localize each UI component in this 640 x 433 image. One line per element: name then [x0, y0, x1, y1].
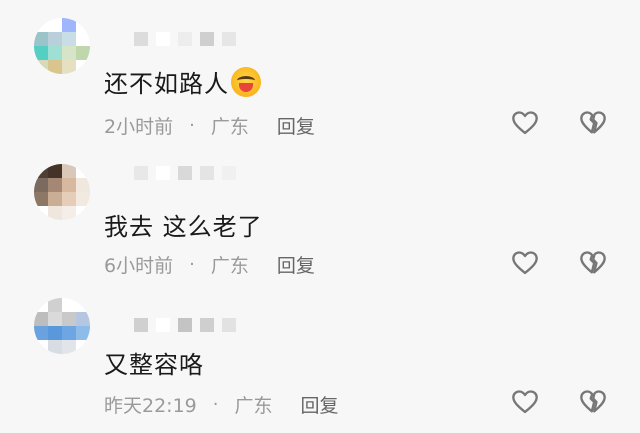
- avatar-pixel: [48, 32, 62, 46]
- avatar-pixel: [48, 298, 62, 312]
- avatar-pixel: [62, 60, 76, 74]
- avatar-pixel: [34, 326, 48, 340]
- avatar-pixel: [34, 46, 48, 60]
- avatar-pixel: [48, 312, 62, 326]
- avatar-pixel: [62, 298, 76, 312]
- avatar[interactable]: [34, 18, 90, 74]
- separator-dot: ·: [212, 394, 219, 415]
- comment-body: 又整容咯: [104, 351, 204, 379]
- avatar-pixel: [48, 192, 62, 206]
- timestamp: 昨天22:19: [104, 395, 197, 417]
- timestamp: 2小时前: [104, 116, 174, 138]
- comment-item: 还不如路人 2小时前 · 广东 回复: [0, 0, 640, 140]
- avatar-pixel: [76, 298, 90, 312]
- avatar-pixel: [76, 312, 90, 326]
- username-pixel: [222, 318, 236, 332]
- avatar-pixel: [62, 18, 76, 32]
- username-pixel: [200, 318, 214, 332]
- username-pixel: [134, 32, 148, 46]
- username-pixel: [156, 32, 170, 46]
- avatar-pixel: [62, 46, 76, 60]
- username-mosaic[interactable]: [134, 318, 236, 332]
- avatar-pixel: [34, 340, 48, 354]
- avatar-pixel: [76, 60, 90, 74]
- laughing-crying-emoji-icon: [231, 67, 261, 97]
- username-pixel: [134, 318, 148, 332]
- avatar-pixel: [34, 178, 48, 192]
- avatar-pixel: [62, 164, 76, 178]
- avatar-pixel: [62, 178, 76, 192]
- comment-body: 还不如路人: [104, 70, 229, 98]
- comment-item: [0, 148, 640, 288]
- comment-text: 还不如路人: [104, 64, 261, 99]
- avatar-pixel: [34, 60, 48, 74]
- reply-button[interactable]: 回复: [277, 112, 315, 139]
- separator-dot: ·: [189, 115, 195, 136]
- avatar-pixel: [76, 340, 90, 354]
- avatar-pixel: [62, 312, 76, 326]
- avatar-pixel: [76, 46, 90, 60]
- avatar-pixel: [76, 326, 90, 340]
- username-pixel: [156, 318, 170, 332]
- avatar-pixel: [48, 46, 62, 60]
- broken-heart-outline-icon[interactable]: [579, 388, 607, 416]
- reply-button[interactable]: 回复: [301, 391, 339, 418]
- avatar-pixel: [48, 340, 62, 354]
- avatar-pixel: [34, 312, 48, 326]
- comment-text: 又整容咯: [104, 345, 204, 380]
- avatar-pixel: [48, 178, 62, 192]
- avatar-pixel: [62, 326, 76, 340]
- avatar-pixel: [34, 18, 48, 32]
- username-mosaic[interactable]: [134, 32, 236, 46]
- avatar-pixel: [34, 298, 48, 312]
- avatar-pixel: [76, 32, 90, 46]
- avatar-pixel: [34, 32, 48, 46]
- avatar-pixel: [62, 192, 76, 206]
- username-pixel: [222, 32, 236, 46]
- location: 广东: [210, 116, 249, 138]
- avatar-pixel: [48, 18, 62, 32]
- broken-heart-outline-icon[interactable]: [579, 109, 607, 137]
- location: 广东: [234, 395, 273, 417]
- avatar-pixel: [48, 164, 62, 178]
- avatar[interactable]: [34, 164, 90, 220]
- username-pixel: [178, 32, 192, 46]
- avatar-pixel: [48, 60, 62, 74]
- username-pixel: [200, 32, 214, 46]
- avatar-pixel: [62, 340, 76, 354]
- avatar-pixel: [62, 32, 76, 46]
- heart-outline-icon[interactable]: [511, 388, 539, 416]
- avatar-pixel: [34, 192, 48, 206]
- avatar-pixel: [76, 18, 90, 32]
- comment-meta: 昨天22:19 · 广东 回复: [104, 391, 339, 418]
- avatar[interactable]: [34, 298, 90, 354]
- comment-meta: 2小时前 · 广东 回复: [104, 112, 315, 139]
- username-pixel: [178, 318, 192, 332]
- heart-outline-icon[interactable]: [511, 109, 539, 137]
- avatar-pixel: [48, 326, 62, 340]
